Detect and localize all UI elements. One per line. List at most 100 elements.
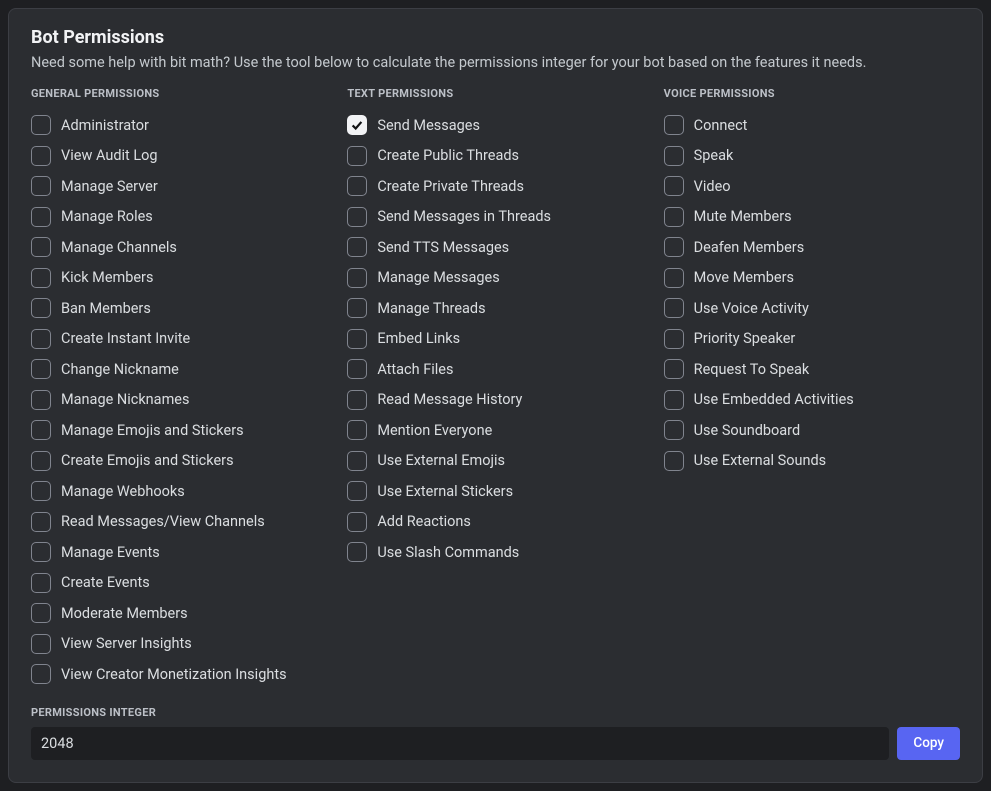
permission-row-add-reactions[interactable]: Add Reactions	[347, 507, 643, 538]
permission-row-read-messages-view-channels[interactable]: Read Messages/View Channels	[31, 507, 327, 538]
permission-checkbox-moderate-members[interactable]	[31, 603, 51, 623]
permission-checkbox-video[interactable]	[664, 176, 684, 196]
permission-checkbox-read-messages-view-channels[interactable]	[31, 512, 51, 532]
permission-row-embed-links[interactable]: Embed Links	[347, 324, 643, 355]
permission-row-use-external-stickers[interactable]: Use External Stickers	[347, 476, 643, 507]
permission-row-change-nickname[interactable]: Change Nickname	[31, 354, 327, 385]
permission-label: Create Events	[61, 574, 150, 591]
permission-row-administrator[interactable]: Administrator	[31, 110, 327, 141]
permission-checkbox-use-soundboard[interactable]	[664, 420, 684, 440]
permission-row-create-emojis-and-stickers[interactable]: Create Emojis and Stickers	[31, 446, 327, 477]
permission-checkbox-add-reactions[interactable]	[347, 512, 367, 532]
permission-checkbox-ban-members[interactable]	[31, 298, 51, 318]
permission-row-create-events[interactable]: Create Events	[31, 568, 327, 599]
permission-row-manage-roles[interactable]: Manage Roles	[31, 202, 327, 233]
permission-checkbox-connect[interactable]	[664, 115, 684, 135]
permission-checkbox-view-creator-monetization-insights[interactable]	[31, 664, 51, 684]
permission-row-mute-members[interactable]: Mute Members	[664, 202, 960, 233]
permission-row-video[interactable]: Video	[664, 171, 960, 202]
permission-row-use-slash-commands[interactable]: Use Slash Commands	[347, 537, 643, 568]
permission-checkbox-send-messages-in-threads[interactable]	[347, 207, 367, 227]
permission-checkbox-deafen-members[interactable]	[664, 237, 684, 257]
permission-checkbox-view-server-insights[interactable]	[31, 634, 51, 654]
permission-row-view-creator-monetization-insights[interactable]: View Creator Monetization Insights	[31, 659, 327, 690]
permission-row-manage-messages[interactable]: Manage Messages	[347, 263, 643, 294]
permission-row-mention-everyone[interactable]: Mention Everyone	[347, 415, 643, 446]
permission-row-create-public-threads[interactable]: Create Public Threads	[347, 141, 643, 172]
permission-checkbox-change-nickname[interactable]	[31, 359, 51, 379]
permission-checkbox-manage-threads[interactable]	[347, 298, 367, 318]
permission-checkbox-read-message-history[interactable]	[347, 390, 367, 410]
permission-checkbox-create-public-threads[interactable]	[347, 146, 367, 166]
permission-row-priority-speaker[interactable]: Priority Speaker	[664, 324, 960, 355]
permission-checkbox-send-messages[interactable]	[347, 115, 367, 135]
permission-checkbox-create-private-threads[interactable]	[347, 176, 367, 196]
permission-checkbox-create-emojis-and-stickers[interactable]	[31, 451, 51, 471]
permission-checkbox-create-instant-invite[interactable]	[31, 329, 51, 349]
permission-checkbox-use-slash-commands[interactable]	[347, 542, 367, 562]
permission-row-use-external-emojis[interactable]: Use External Emojis	[347, 446, 643, 477]
permissions-integer-input[interactable]	[31, 727, 889, 760]
permissions-column-text: Text PermissionsSend MessagesCreate Publ…	[347, 87, 643, 690]
permission-row-read-message-history[interactable]: Read Message History	[347, 385, 643, 416]
permission-row-moderate-members[interactable]: Moderate Members	[31, 598, 327, 629]
permission-checkbox-request-to-speak[interactable]	[664, 359, 684, 379]
permission-checkbox-kick-members[interactable]	[31, 268, 51, 288]
permission-row-manage-events[interactable]: Manage Events	[31, 537, 327, 568]
permission-row-send-messages-in-threads[interactable]: Send Messages in Threads	[347, 202, 643, 233]
permission-row-use-voice-activity[interactable]: Use Voice Activity	[664, 293, 960, 324]
permission-checkbox-send-tts-messages[interactable]	[347, 237, 367, 257]
permission-checkbox-manage-nicknames[interactable]	[31, 390, 51, 410]
permission-checkbox-use-external-sounds[interactable]	[664, 451, 684, 471]
permission-row-manage-webhooks[interactable]: Manage Webhooks	[31, 476, 327, 507]
permission-row-move-members[interactable]: Move Members	[664, 263, 960, 294]
permission-checkbox-administrator[interactable]	[31, 115, 51, 135]
permission-row-view-audit-log[interactable]: View Audit Log	[31, 141, 327, 172]
permission-checkbox-view-audit-log[interactable]	[31, 146, 51, 166]
permission-checkbox-mute-members[interactable]	[664, 207, 684, 227]
copy-button[interactable]: Copy	[897, 727, 960, 760]
permission-row-manage-threads[interactable]: Manage Threads	[347, 293, 643, 324]
permission-checkbox-manage-events[interactable]	[31, 542, 51, 562]
permission-checkbox-attach-files[interactable]	[347, 359, 367, 379]
permission-row-kick-members[interactable]: Kick Members	[31, 263, 327, 294]
permission-row-speak[interactable]: Speak	[664, 141, 960, 172]
permission-row-use-embedded-activities[interactable]: Use Embedded Activities	[664, 385, 960, 416]
permission-row-send-tts-messages[interactable]: Send TTS Messages	[347, 232, 643, 263]
permission-checkbox-embed-links[interactable]	[347, 329, 367, 349]
permission-checkbox-move-members[interactable]	[664, 268, 684, 288]
permission-checkbox-use-external-emojis[interactable]	[347, 451, 367, 471]
permission-row-manage-nicknames[interactable]: Manage Nicknames	[31, 385, 327, 416]
permission-label: Send Messages	[377, 117, 480, 134]
permission-checkbox-speak[interactable]	[664, 146, 684, 166]
permission-checkbox-manage-messages[interactable]	[347, 268, 367, 288]
permission-row-connect[interactable]: Connect	[664, 110, 960, 141]
permission-checkbox-mention-everyone[interactable]	[347, 420, 367, 440]
permission-row-use-soundboard[interactable]: Use Soundboard	[664, 415, 960, 446]
permission-checkbox-create-events[interactable]	[31, 573, 51, 593]
permissions-integer-label: Permissions Integer	[31, 706, 960, 719]
permission-label: Manage Emojis and Stickers	[61, 422, 244, 439]
permission-row-ban-members[interactable]: Ban Members	[31, 293, 327, 324]
permission-row-manage-server[interactable]: Manage Server	[31, 171, 327, 202]
permission-row-use-external-sounds[interactable]: Use External Sounds	[664, 446, 960, 477]
permission-row-request-to-speak[interactable]: Request To Speak	[664, 354, 960, 385]
permission-checkbox-manage-roles[interactable]	[31, 207, 51, 227]
permission-checkbox-manage-server[interactable]	[31, 176, 51, 196]
permission-row-manage-channels[interactable]: Manage Channels	[31, 232, 327, 263]
permission-label: Use External Stickers	[377, 483, 513, 500]
permission-checkbox-priority-speaker[interactable]	[664, 329, 684, 349]
permission-row-deafen-members[interactable]: Deafen Members	[664, 232, 960, 263]
permission-row-create-instant-invite[interactable]: Create Instant Invite	[31, 324, 327, 355]
permission-checkbox-use-voice-activity[interactable]	[664, 298, 684, 318]
permission-checkbox-use-external-stickers[interactable]	[347, 481, 367, 501]
permission-checkbox-use-embedded-activities[interactable]	[664, 390, 684, 410]
permission-row-manage-emojis-and-stickers[interactable]: Manage Emojis and Stickers	[31, 415, 327, 446]
permission-row-attach-files[interactable]: Attach Files	[347, 354, 643, 385]
permission-checkbox-manage-webhooks[interactable]	[31, 481, 51, 501]
permission-row-view-server-insights[interactable]: View Server Insights	[31, 629, 327, 660]
permission-row-create-private-threads[interactable]: Create Private Threads	[347, 171, 643, 202]
permission-checkbox-manage-channels[interactable]	[31, 237, 51, 257]
permission-checkbox-manage-emojis-and-stickers[interactable]	[31, 420, 51, 440]
permission-row-send-messages[interactable]: Send Messages	[347, 110, 643, 141]
